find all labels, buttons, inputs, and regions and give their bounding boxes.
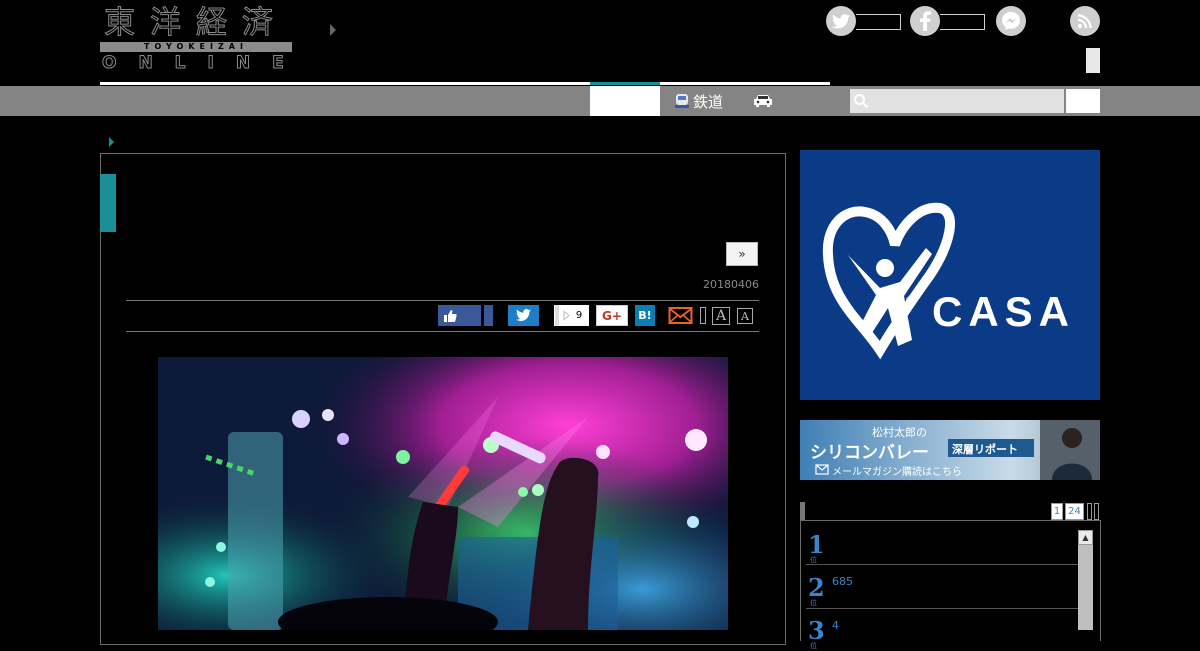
logo-kanji: 東洋経済 xyxy=(104,5,288,41)
search-icon xyxy=(853,93,869,109)
ranking-tab-4[interactable] xyxy=(1094,503,1099,520)
facebook-icon[interactable] xyxy=(910,6,940,36)
rss-icon[interactable] xyxy=(1070,6,1100,36)
next-page-button[interactable]: » xyxy=(726,242,758,266)
nav-item-active[interactable] xyxy=(590,86,660,116)
rank-divider xyxy=(806,608,1078,609)
rank-divider xyxy=(806,564,1078,565)
nav-top-border xyxy=(100,82,590,85)
messenger-icon[interactable] xyxy=(996,6,1026,36)
print-button[interactable] xyxy=(700,307,706,324)
twitter-share-button[interactable] xyxy=(508,305,539,326)
nav-top-border-right xyxy=(660,82,830,85)
rank-number: 3 xyxy=(808,616,825,645)
ad-sv-subtitle: 深層リポート xyxy=(952,443,1018,456)
facebook-count xyxy=(940,14,985,30)
casa-logo-text: CASA xyxy=(932,288,1076,335)
ranking-header-marker xyxy=(800,502,805,520)
twitter-icon[interactable] xyxy=(826,6,856,36)
article-date: 20180406 xyxy=(703,278,759,291)
search-input[interactable] xyxy=(850,89,1064,113)
ad-sv-cta: メールマガジン購読はこちら xyxy=(832,467,962,478)
ranking-tab-3[interactable] xyxy=(1087,503,1092,520)
logo-romaji: TOYOKEIZAI xyxy=(144,42,248,51)
ranking-tab-24[interactable]: 24 xyxy=(1065,503,1084,520)
nav-item-railway[interactable]: 鉄道 xyxy=(674,86,723,116)
googleplus-share-button[interactable]: G+ xyxy=(596,305,628,326)
nav-item-car[interactable] xyxy=(752,86,777,116)
pocket-count: 9 xyxy=(575,310,583,321)
hatena-bookmark-button[interactable]: B! xyxy=(635,305,655,326)
casa-registered-mark: ® xyxy=(906,295,913,305)
rank-number: 1 xyxy=(808,530,825,559)
rank-suffix: 位 xyxy=(810,599,817,607)
rank-title[interactable]: 4 xyxy=(832,619,839,632)
facebook-share-button[interactable] xyxy=(484,305,493,326)
train-icon xyxy=(674,93,690,109)
breadcrumb-arrow-icon xyxy=(109,137,114,147)
facebook-like-button[interactable] xyxy=(438,305,481,326)
rank-suffix: 位 xyxy=(810,642,817,650)
site-logo[interactable]: 東洋経済 TOYOKEIZAI ONLINE xyxy=(100,5,300,74)
nav-item-label: 鉄道 xyxy=(693,92,724,111)
font-size-large-button[interactable]: A xyxy=(712,307,730,325)
casa-advertisement[interactable]: ® CASA xyxy=(800,150,1100,400)
ranking-scrollbar[interactable] xyxy=(1078,530,1093,630)
twitter-count xyxy=(856,14,901,30)
nav-active-indicator xyxy=(590,82,660,85)
ranking-tab-1[interactable]: 1 xyxy=(1051,503,1063,520)
siliconvalley-newsletter-ad[interactable]: 松村太郎の シリコンバレー 深層リポート メールマガジン購読はこちら xyxy=(800,420,1100,480)
rank-title[interactable]: 685 xyxy=(832,575,853,588)
ad-sv-title: シリコンバレー xyxy=(810,443,929,463)
scroll-up-arrow-icon[interactable]: ▲ xyxy=(1078,530,1093,545)
share-bar-bottom-divider xyxy=(126,331,759,332)
article-title-marker xyxy=(100,174,116,232)
header-menu-button[interactable] xyxy=(1086,48,1100,73)
font-size-small-button[interactable]: A xyxy=(737,308,753,324)
rank-number: 2 xyxy=(808,573,825,602)
article-photo xyxy=(158,357,728,647)
mail-icon[interactable] xyxy=(668,305,693,326)
logo-arrow-icon[interactable] xyxy=(330,24,336,36)
logo-online: ONLINE xyxy=(102,53,306,74)
share-bar-top-divider xyxy=(126,300,759,301)
car-icon xyxy=(752,93,774,109)
search-button[interactable] xyxy=(1066,89,1100,113)
